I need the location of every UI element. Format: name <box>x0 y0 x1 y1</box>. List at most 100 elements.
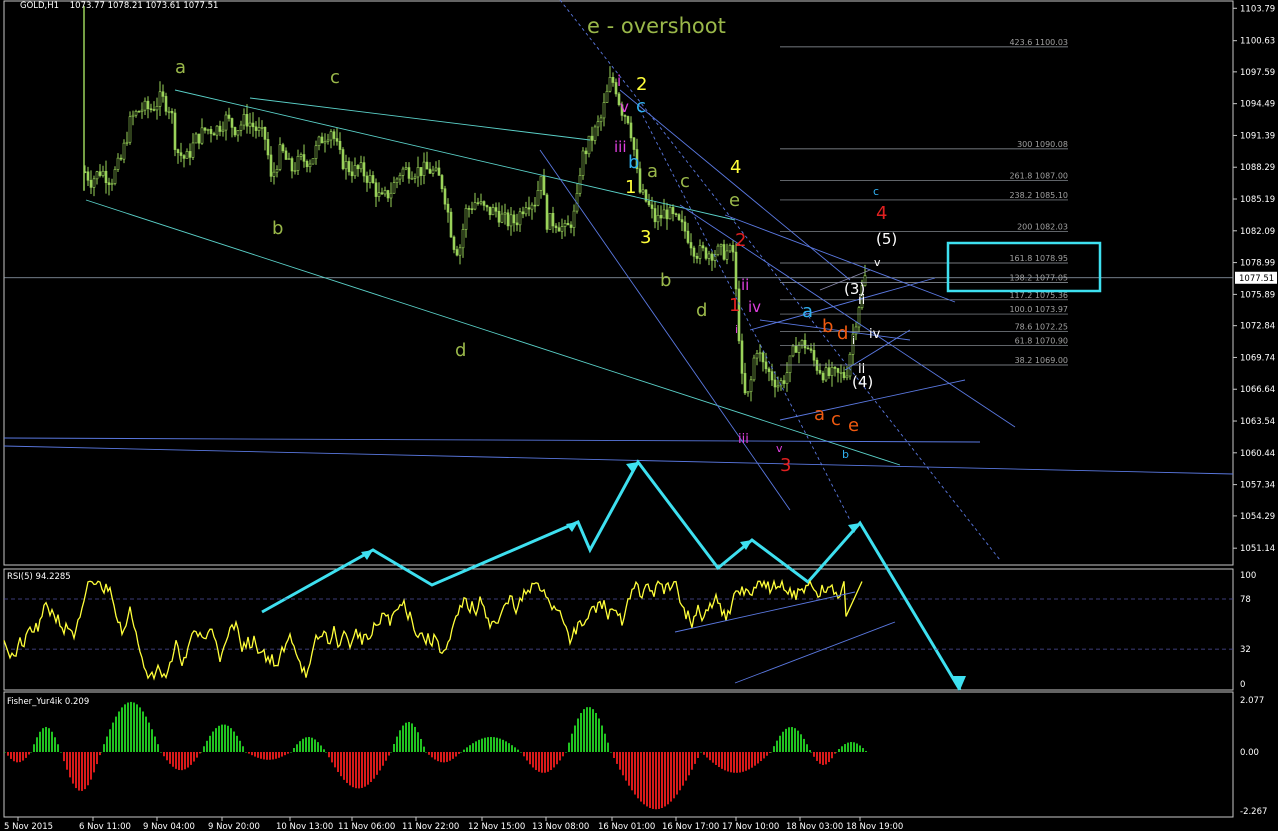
fisher-bar <box>218 725 220 752</box>
fisher-bar <box>361 752 363 788</box>
trend-line <box>174 89 736 221</box>
fisher-bar <box>499 738 501 752</box>
y-tick-label: 1075.89 <box>1240 290 1275 300</box>
price-candle-body <box>707 253 711 259</box>
price-candle-body <box>110 183 114 185</box>
fisher-bar <box>184 752 186 770</box>
price-candle-body <box>536 190 540 206</box>
price-candle-body <box>512 214 516 224</box>
price-candle-body <box>773 379 777 388</box>
fisher-bar <box>739 752 741 773</box>
fisher-bar <box>475 741 477 752</box>
fisher-panel[interactable] <box>4 701 867 810</box>
fisher-bar <box>112 722 114 752</box>
fisher-bar <box>200 752 202 753</box>
fisher-bar <box>296 744 298 752</box>
price-candle-body <box>557 227 561 232</box>
y-tick-label: 1103.79 <box>1240 4 1275 14</box>
fib-level-label: 138.2 1077.05 <box>1009 273 1068 282</box>
trading-chart[interactable]: 423.6 1100.03300 1090.08261.8 1087.00238… <box>0 0 1278 831</box>
fisher-bar <box>841 746 843 752</box>
price-candle-body <box>176 149 180 154</box>
price-candle-body <box>767 368 771 372</box>
wave-label: 3 <box>780 455 791 476</box>
fisher-bar <box>619 752 621 770</box>
fisher-bar <box>859 745 861 752</box>
fisher-bar <box>523 752 525 757</box>
fisher-bar <box>856 743 858 752</box>
price-candle-body <box>752 357 756 381</box>
price-candle-body <box>734 251 738 290</box>
fisher-bar <box>556 752 558 765</box>
price-candle-body <box>695 255 699 259</box>
price-candle-body <box>113 169 117 184</box>
fisher-bar <box>652 752 654 809</box>
fisher-bar <box>423 746 425 752</box>
fisher-bar <box>215 728 217 752</box>
fisher-bar <box>42 728 44 752</box>
fisher-tick-label: 0.00 <box>1240 748 1259 758</box>
fisher-bar <box>797 730 799 752</box>
price-candle-body <box>719 244 723 247</box>
price-candle-body <box>413 176 417 179</box>
price-candle-body <box>254 126 258 131</box>
price-candle-body <box>797 344 801 353</box>
fisher-bar <box>810 752 812 753</box>
price-candle-body <box>605 90 609 103</box>
price-candle-body <box>722 244 726 260</box>
price-candle-body <box>701 245 705 249</box>
wave-label: b <box>272 218 283 239</box>
trend-line <box>85 199 901 466</box>
wave-label: i <box>852 334 855 347</box>
price-candle-body <box>515 222 519 226</box>
price-candle-body <box>308 163 312 168</box>
fisher-bar <box>39 731 41 752</box>
fisher-bar <box>227 725 229 752</box>
price-candle-body <box>383 190 387 195</box>
price-candle-body <box>764 361 768 370</box>
price-candle-body <box>455 249 459 256</box>
price-candle-body <box>260 126 264 129</box>
price-candle-body <box>407 167 411 179</box>
price-candle-body <box>548 212 552 230</box>
fisher-bar <box>328 752 330 758</box>
price-candle-body <box>824 367 828 381</box>
fisher-bar <box>275 752 277 759</box>
price-candle-body <box>677 214 681 220</box>
fisher-bar <box>408 721 410 752</box>
fisher-bar <box>816 752 818 761</box>
price-candle-body <box>128 116 132 143</box>
wave-label: iii <box>614 138 627 156</box>
price-candle-body <box>647 200 651 206</box>
price-candle-body <box>410 178 414 180</box>
rsi-panel[interactable] <box>3 578 1233 684</box>
fisher-bar <box>257 752 259 758</box>
price-candle-body <box>302 154 306 162</box>
wave-label: c <box>636 96 646 117</box>
price-candle-body <box>125 141 129 144</box>
price-candle-body <box>434 167 438 171</box>
price-candle-body <box>416 167 420 178</box>
trend-line <box>724 214 956 303</box>
fisher-bar <box>96 752 98 765</box>
fisher-bar <box>745 752 747 771</box>
price-candle-body <box>359 162 363 170</box>
price-candle-body <box>236 130 240 136</box>
fisher-bar <box>33 744 35 752</box>
x-tick-label: 10 Nov 13:00 <box>276 822 333 831</box>
fisher-bar <box>685 752 687 781</box>
fisher-bar <box>311 737 313 752</box>
fisher-bar <box>766 752 768 756</box>
fisher-bar <box>130 701 132 752</box>
fisher-bar <box>622 752 624 776</box>
fisher-bar <box>535 752 537 771</box>
fisher-bar <box>721 752 723 769</box>
fisher-bar <box>206 740 208 752</box>
x-tick-label: 9 Nov 04:00 <box>143 822 195 831</box>
price-candle-body <box>185 151 189 159</box>
fisher-bar <box>785 728 787 752</box>
price-candle-body <box>470 208 474 211</box>
fisher-bar <box>87 752 89 786</box>
fisher-bar <box>517 749 519 752</box>
fisher-bar <box>323 749 325 752</box>
